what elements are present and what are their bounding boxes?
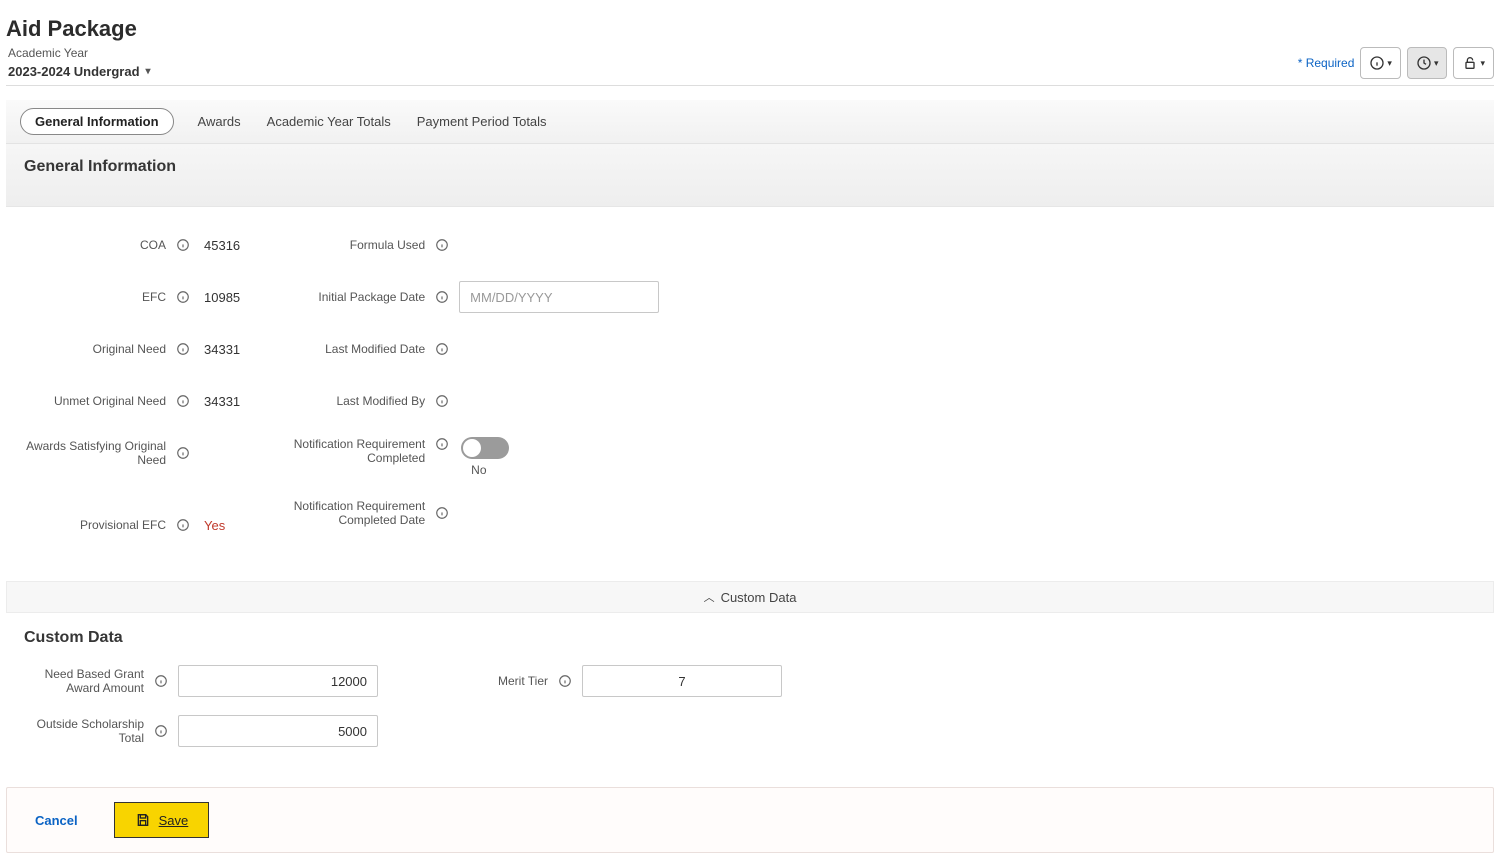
required-indicator: * Required <box>1298 56 1355 70</box>
info-icon[interactable] <box>435 290 449 304</box>
chevron-down-icon: ▾ <box>1434 58 1439 69</box>
original-need-label: Original Need <box>16 342 166 356</box>
academic-year-select[interactable]: 2023-2024 Undergrad ▾ <box>8 64 151 79</box>
section-header: General Information <box>6 144 1494 207</box>
tab-payment-period-totals[interactable]: Payment Period Totals <box>415 109 549 134</box>
info-icon[interactable] <box>176 238 190 252</box>
outside-scholarship-label: Outside Scholarship Total <box>24 717 144 746</box>
chevron-down-icon: ▾ <box>1387 58 1392 69</box>
formula-used-label: Formula Used <box>280 238 425 252</box>
info-icon[interactable] <box>435 342 449 356</box>
info-icon[interactable] <box>435 394 449 408</box>
info-icon[interactable] <box>154 724 168 738</box>
academic-year-value: 2023-2024 Undergrad <box>8 64 140 79</box>
merit-tier-input[interactable] <box>582 665 782 697</box>
lock-open-icon <box>1462 55 1478 71</box>
efc-label: EFC <box>16 290 166 304</box>
coa-label: COA <box>16 238 166 252</box>
original-need-value: 34331 <box>200 342 240 357</box>
initial-package-date-label: Initial Package Date <box>280 290 425 304</box>
info-icon[interactable] <box>176 518 190 532</box>
last-modified-by-label: Last Modified By <box>280 394 425 408</box>
info-icon[interactable] <box>176 342 190 356</box>
info-menu-button[interactable]: ▾ <box>1360 47 1401 79</box>
custom-data-accordion[interactable]: ︿ Custom Data <box>6 581 1494 613</box>
right-column: Formula Used Initial Package Date Last M… <box>280 229 659 541</box>
chevron-down-icon: ▾ <box>146 66 151 77</box>
header-row: Academic Year 2023-2024 Undergrad ▾ * Re… <box>6 46 1494 86</box>
clock-icon <box>1416 55 1432 71</box>
provisional-efc-value: Yes <box>200 518 225 533</box>
general-information-heading: General Information <box>24 158 1476 176</box>
info-icon[interactable] <box>558 674 572 688</box>
info-circle-icon <box>1369 55 1385 71</box>
info-icon[interactable] <box>435 437 449 451</box>
tab-general-information[interactable]: General Information <box>20 108 174 135</box>
custom-data-heading: Custom Data <box>24 629 1476 647</box>
cancel-button[interactable]: Cancel <box>25 807 88 834</box>
tab-academic-year-totals[interactable]: Academic Year Totals <box>265 109 393 134</box>
tab-awards[interactable]: Awards <box>196 109 243 134</box>
notification-req-state: No <box>461 463 486 477</box>
awards-satisfying-label: Awards Satisfying Original Need <box>16 439 166 467</box>
unmet-original-need-value: 34331 <box>200 394 240 409</box>
page-title: Aid Package <box>6 6 1494 46</box>
academic-year-label: Academic Year <box>8 46 151 60</box>
footer-bar: Cancel Save <box>6 787 1494 853</box>
info-icon[interactable] <box>176 446 190 460</box>
efc-value: 10985 <box>200 290 240 305</box>
chevron-up-icon: ︿ <box>704 589 715 605</box>
clock-menu-button[interactable]: ▾ <box>1407 47 1448 79</box>
notification-req-label: Notification Requirement Completed <box>280 437 425 466</box>
unmet-original-need-label: Unmet Original Need <box>16 394 166 408</box>
need-based-input[interactable] <box>178 665 378 697</box>
custom-data-accordion-label: Custom Data <box>721 590 797 605</box>
tabs-bar: General Information Awards Academic Year… <box>6 100 1494 144</box>
info-icon[interactable] <box>176 394 190 408</box>
custom-data-section: Custom Data Need Based Grant Award Amoun… <box>6 613 1494 777</box>
notification-req-date-label: Notification Requirement Completed Date <box>280 499 425 528</box>
coa-value: 45316 <box>200 238 240 253</box>
general-info-form: COA 45316 EFC 10985 Original Need 34331 … <box>6 207 1494 571</box>
initial-package-date-input[interactable] <box>459 281 659 313</box>
info-icon[interactable] <box>176 290 190 304</box>
info-icon[interactable] <box>435 506 449 520</box>
left-column: COA 45316 EFC 10985 Original Need 34331 … <box>16 229 240 541</box>
info-icon[interactable] <box>154 674 168 688</box>
lock-menu-button[interactable]: ▾ <box>1453 47 1494 79</box>
outside-scholarship-input[interactable] <box>178 715 378 747</box>
save-button-label: Save <box>159 813 189 828</box>
info-icon[interactable] <box>435 238 449 252</box>
provisional-efc-label: Provisional EFC <box>16 518 166 532</box>
save-icon <box>135 812 151 828</box>
need-based-label: Need Based Grant Award Amount <box>24 667 144 696</box>
merit-tier-label: Merit Tier <box>448 674 548 688</box>
last-modified-date-label: Last Modified Date <box>280 342 425 356</box>
chevron-down-icon: ▾ <box>1480 58 1485 69</box>
notification-req-toggle[interactable] <box>461 437 509 459</box>
save-button[interactable]: Save <box>114 802 210 838</box>
